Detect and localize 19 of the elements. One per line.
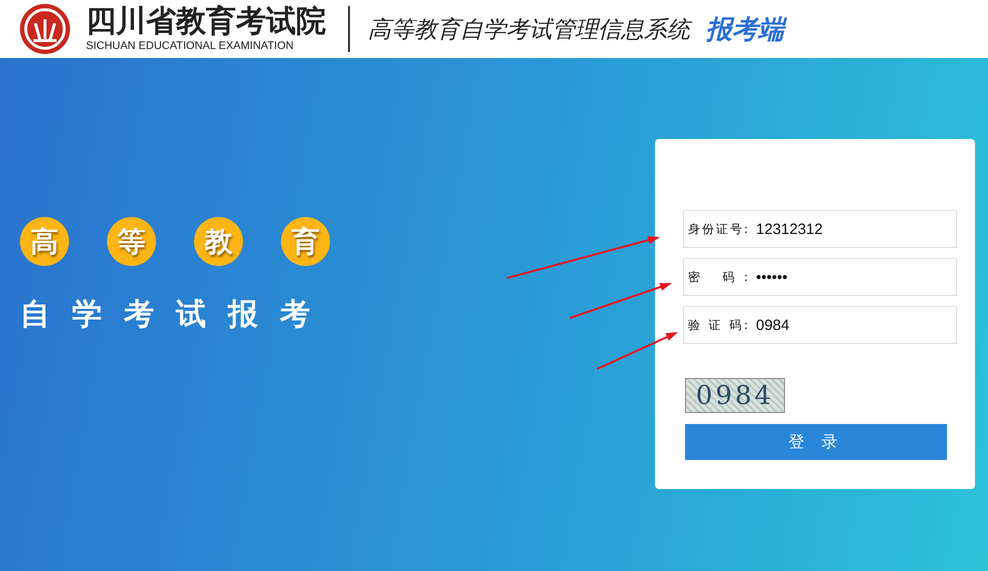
captcha-image[interactable]: 0984 [685,378,785,413]
field-value: 0984 [756,316,790,334]
input-field[interactable]: 验 证 码: 0984 [683,306,957,344]
field-label: 身份证号: [688,220,748,238]
input-field[interactable]: 密 码: •••••• [683,258,957,296]
field-value: •••••• [756,268,788,286]
circle-character: 育 [281,217,330,266]
org-name-english: SICHUAN EDUCATIONAL EXAMINATION [86,39,295,53]
system-title: 高等教育自学考试管理信息系统 [368,14,690,44]
circle-character: 高 [20,217,69,266]
login-button[interactable]: 登 录 [685,424,947,460]
circle-character: 等 [107,217,156,266]
slogan: 自学考试报考 [20,296,332,334]
field-label: 密 码: [688,268,748,286]
field-value: 12312312 [756,220,823,238]
input-field[interactable]: 身份证号: 12312312 [683,210,957,248]
field-label: 验 证 码: [688,316,748,334]
circle-character: 教 [194,217,243,266]
org-name: 四川省教育考试院 [86,5,326,39]
